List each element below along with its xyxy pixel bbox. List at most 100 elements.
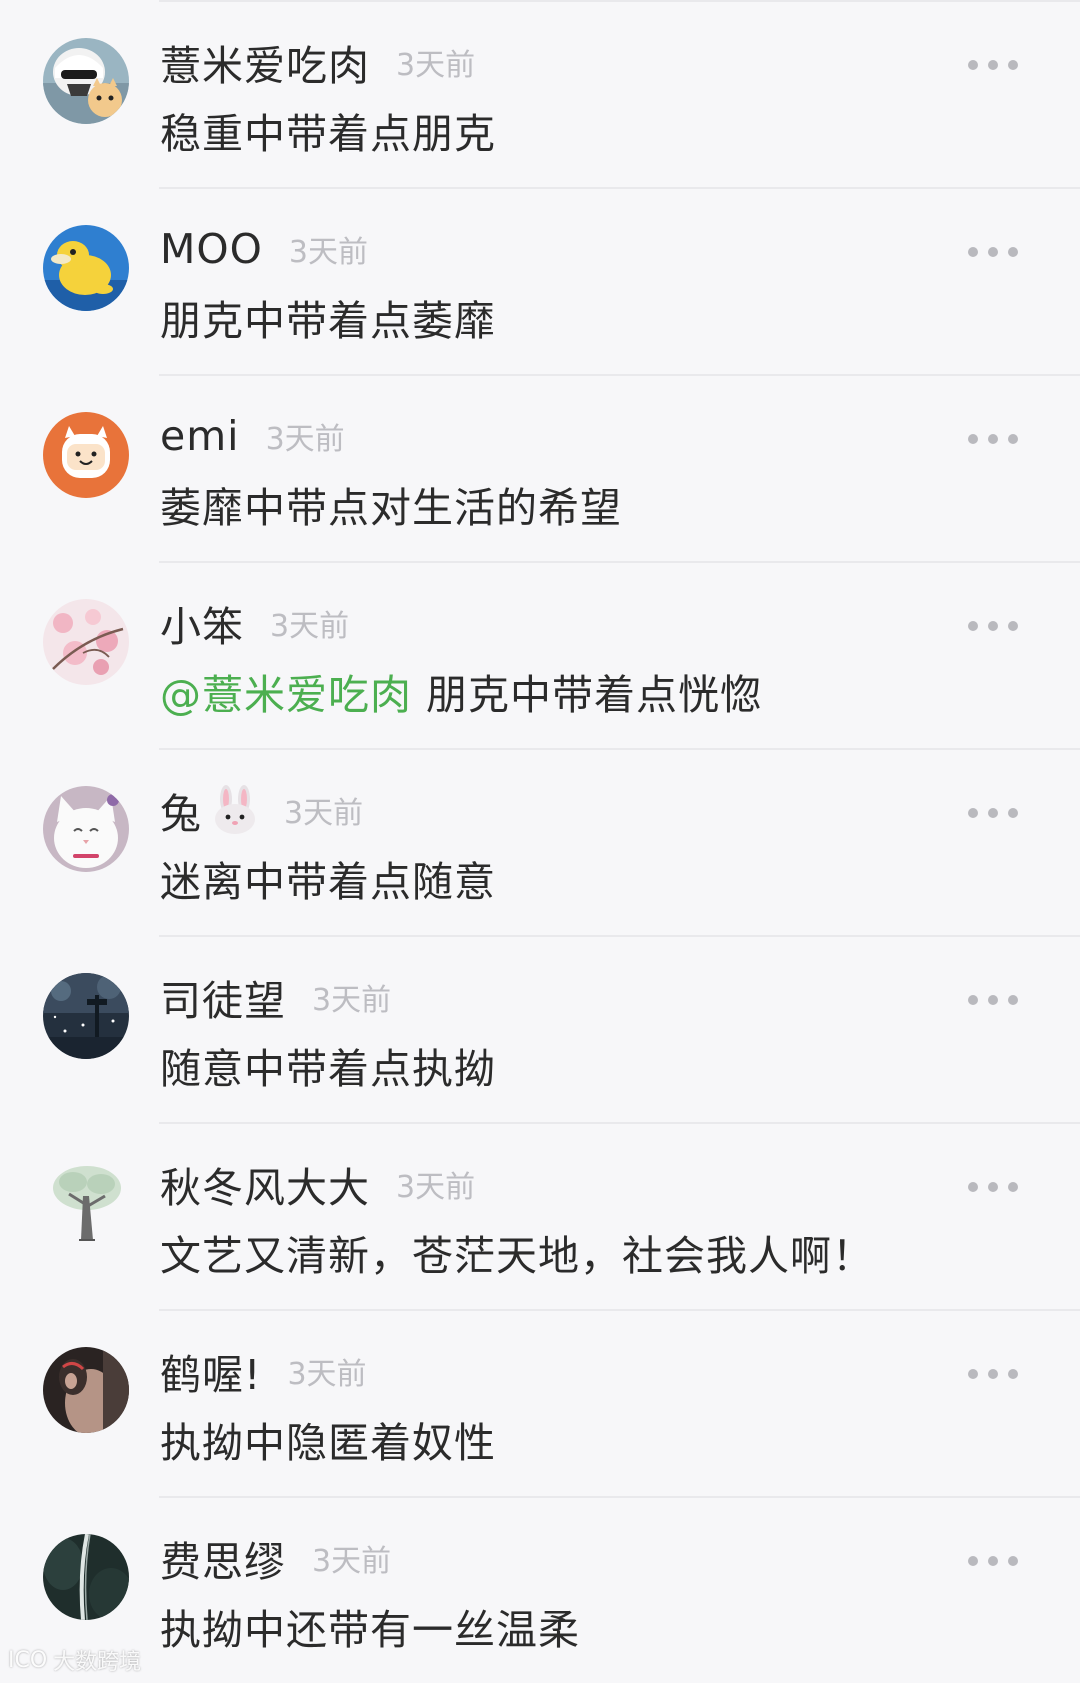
comment-item[interactable]: 费思缪 3天前 执拗中还带有一丝温柔 [0,1496,1080,1683]
more-dot-icon [1008,1182,1018,1192]
divider [159,1122,1080,1124]
comment-text: 文艺又清新，苍茫天地，社会我人啊！ [160,1222,874,1282]
nickname[interactable]: 司徒望 [160,967,286,1027]
divider [159,1496,1080,1498]
comment-body: 执拗中隐匿着奴性 [160,1419,496,1467]
timestamp: 3天前 [270,609,350,644]
nickname[interactable]: 小笨 [160,593,244,653]
name-line: 鹤喔! 3天前 [160,1343,367,1399]
name-line: 小笨 3天前 [160,595,349,651]
name-line: 费思缪 3天前 [160,1530,391,1586]
more-dot-icon [1008,1369,1018,1379]
more-dot-icon [968,621,978,631]
timestamp: 3天前 [312,1544,392,1579]
comment-text: 执拗中还带有一丝温柔 [160,1596,580,1656]
more-dot-icon [988,60,998,70]
more-dot-icon [968,995,978,1005]
comment-body: 稳重中带着点朋克 [160,110,496,158]
timestamp: 3天前 [396,48,476,83]
comment-item[interactable]: 小笨 3天前 @薏米爱吃肉 朋克中带着点恍惚 [0,561,1080,748]
nickname[interactable]: 鹤喔! [160,1341,261,1401]
avatar[interactable] [43,599,129,685]
more-dot-icon [968,1182,978,1192]
avatar[interactable] [43,38,129,124]
more-options-button[interactable] [968,429,1018,449]
more-options-button[interactable] [968,990,1018,1010]
comment-body: 文艺又清新，苍茫天地，社会我人啊！ [160,1232,874,1280]
name-line: 薏米爱吃肉 3天前 [160,34,475,90]
more-dot-icon [1008,247,1018,257]
more-dot-icon [988,808,998,818]
more-options-button[interactable] [968,1364,1018,1384]
name-line: 兔 3天前 [160,782,363,838]
nickname[interactable]: 薏米爱吃肉 [160,32,370,92]
timestamp: 3天前 [265,422,345,457]
comment-body: 迷离中带着点随意 [160,858,496,906]
more-dot-icon [1008,434,1018,444]
more-dot-icon [1008,995,1018,1005]
name-line: emi 3天前 [160,408,345,464]
comment-list: 薏米爱吃肉 3天前 稳重中带着点朋克 MOO 3天前 朋克中带着点萎靡 emi … [0,0,1080,1683]
more-options-button[interactable] [968,1551,1018,1571]
comment-body: 随意中带着点执拗 [160,1045,496,1093]
more-options-button[interactable] [968,55,1018,75]
more-dot-icon [1008,60,1018,70]
comment-body: 萎靡中带点对生活的希望 [160,484,622,532]
mention-link[interactable]: @薏米爱吃肉 [160,671,412,719]
more-dot-icon [988,434,998,444]
more-dot-icon [968,60,978,70]
nickname[interactable]: 费思缪 [160,1528,286,1588]
comment-item[interactable]: 秋冬风大大 3天前 文艺又清新，苍茫天地，社会我人啊！ [0,1122,1080,1309]
watermark: ICO 大数跨境 [8,1644,141,1676]
more-options-button[interactable] [968,1177,1018,1197]
avatar[interactable] [43,973,129,1059]
more-dot-icon [988,1556,998,1566]
name-line: 司徒望 3天前 [160,969,391,1025]
more-dot-icon [988,621,998,631]
comment-item[interactable]: 兔 3天前 迷离中带着点随意 [0,748,1080,935]
more-dot-icon [988,1369,998,1379]
divider [159,187,1080,189]
divider [159,748,1080,750]
more-dot-icon [988,1182,998,1192]
timestamp: 3天前 [284,796,364,831]
more-options-button[interactable] [968,242,1018,262]
nickname[interactable]: MOO [160,225,263,273]
comment-text: 迷离中带着点随意 [160,848,496,908]
more-dot-icon [968,808,978,818]
more-options-button[interactable] [968,803,1018,823]
watermark-logo: ICO [8,1647,48,1673]
more-dot-icon [1008,808,1018,818]
avatar[interactable] [43,1534,129,1620]
avatar[interactable] [43,786,129,872]
avatar[interactable] [43,412,129,498]
nickname[interactable]: 秋冬风大大 [160,1154,370,1214]
nickname[interactable]: 兔 [160,780,202,840]
nickname[interactable]: emi [160,412,240,460]
divider [159,374,1080,376]
more-dot-icon [968,1556,978,1566]
comment-body: 朋克中带着点恍惚 [412,671,763,719]
comment-item[interactable]: 鹤喔! 3天前 执拗中隐匿着奴性 [0,1309,1080,1496]
comment-item[interactable]: 司徒望 3天前 随意中带着点执拗 [0,935,1080,1122]
comment-item[interactable]: emi 3天前 萎靡中带点对生活的希望 [0,374,1080,561]
more-dot-icon [988,995,998,1005]
comment-item[interactable]: 薏米爱吃肉 3天前 稳重中带着点朋克 [0,0,1080,187]
divider [159,0,1080,2]
more-dot-icon [968,247,978,257]
more-dot-icon [988,247,998,257]
comment-text: 朋克中带着点萎靡 [160,287,496,347]
more-dot-icon [968,1369,978,1379]
more-dot-icon [1008,1556,1018,1566]
name-line: 秋冬风大大 3天前 [160,1156,475,1212]
comment-item[interactable]: MOO 3天前 朋克中带着点萎靡 [0,187,1080,374]
avatar[interactable] [43,1347,129,1433]
watermark-text: 大数跨境 [53,1650,142,1675]
avatar[interactable] [43,1160,129,1246]
rabbit-face-icon [212,785,258,835]
more-dot-icon [968,434,978,444]
avatar[interactable] [43,225,129,311]
comment-text: @薏米爱吃肉 朋克中带着点恍惚 [160,661,762,721]
more-dot-icon [1008,621,1018,631]
more-options-button[interactable] [968,616,1018,636]
